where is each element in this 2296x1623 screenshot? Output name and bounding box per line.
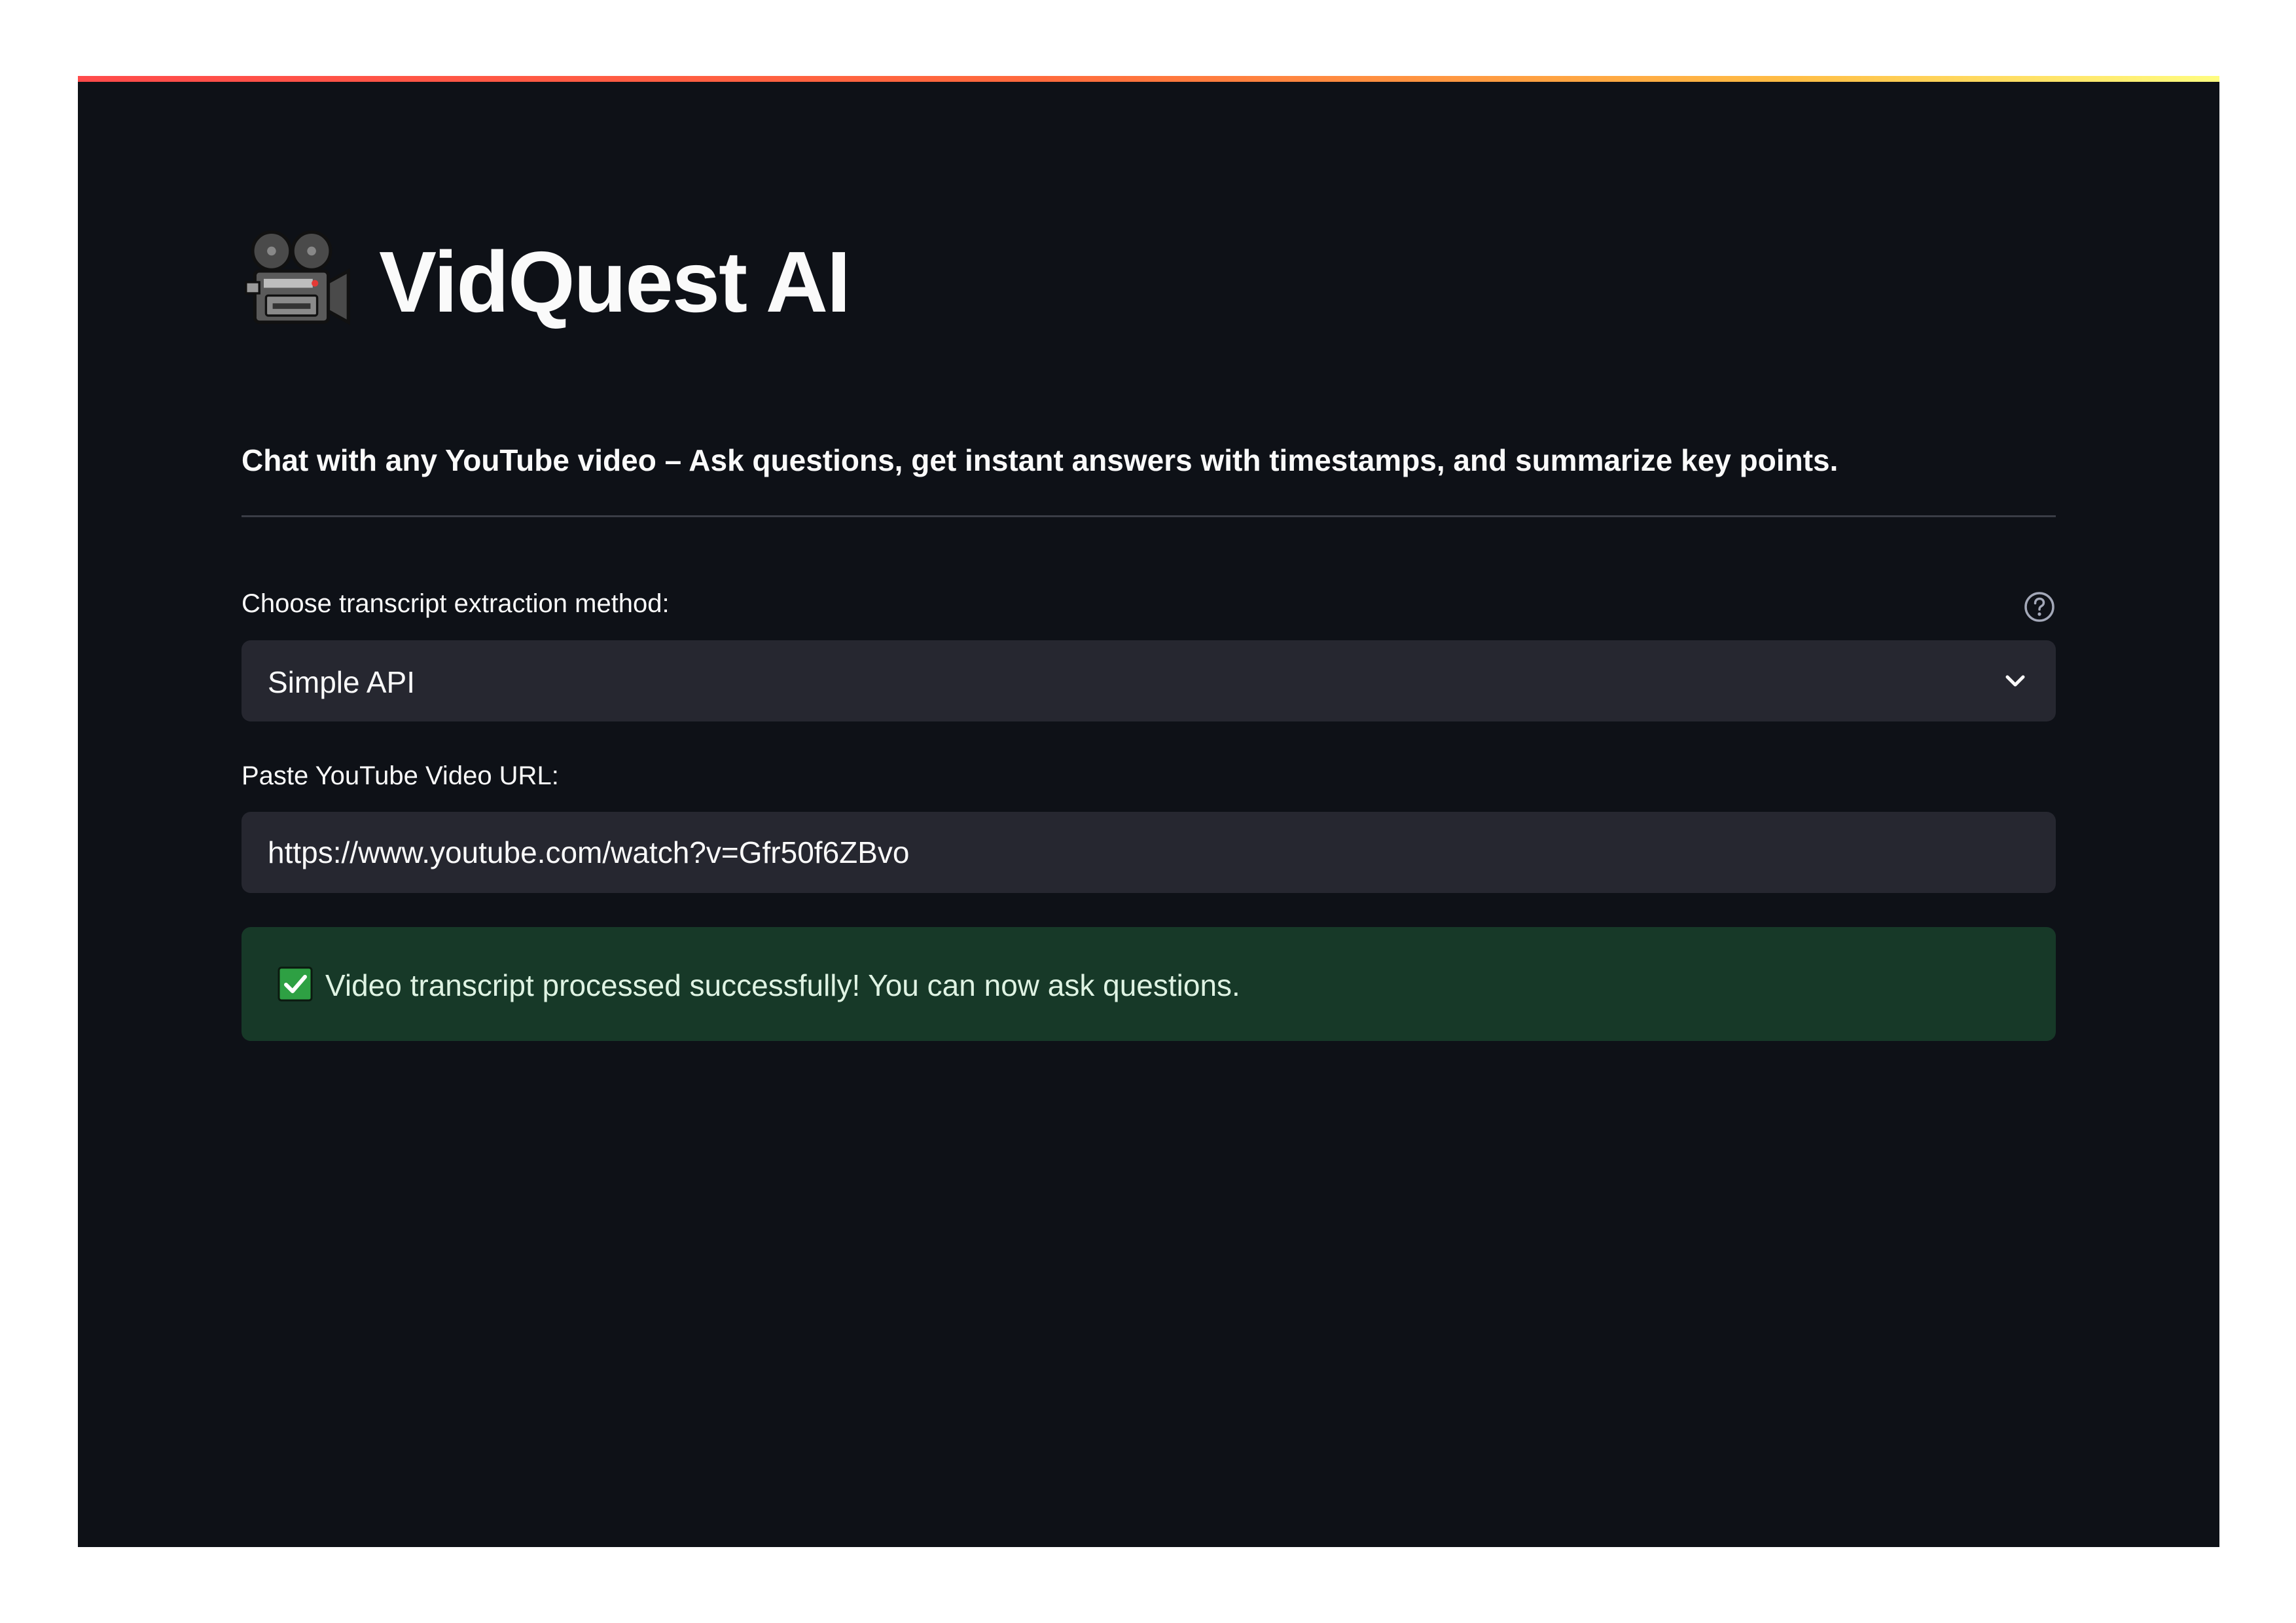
url-input-label: Paste YouTube Video URL:	[242, 761, 559, 790]
check-mark-icon	[278, 966, 313, 1002]
success-message: Video transcript processed successfully!…	[325, 968, 1240, 1002]
movie-camera-icon	[245, 230, 350, 325]
youtube-url-input[interactable]	[242, 812, 2056, 893]
divider	[242, 515, 2056, 517]
success-alert: Video transcript processed successfully!…	[242, 927, 2056, 1041]
help-circle-icon[interactable]	[2023, 591, 2056, 623]
page-title: VidQuest AI	[379, 234, 851, 330]
app-window: VidQuest AI Chat with any YouTube video …	[78, 76, 2219, 1547]
header-decoration-bar	[78, 76, 2219, 82]
chevron-down-icon	[2005, 675, 2025, 687]
title-row: VidQuest AI	[242, 227, 851, 338]
page-subtitle: Chat with any YouTube video – Ask questi…	[242, 443, 1839, 477]
method-select-value: Simple API	[268, 665, 415, 699]
method-select[interactable]: Simple API	[242, 640, 2056, 721]
method-select-label: Choose transcript extraction method:	[242, 589, 670, 618]
